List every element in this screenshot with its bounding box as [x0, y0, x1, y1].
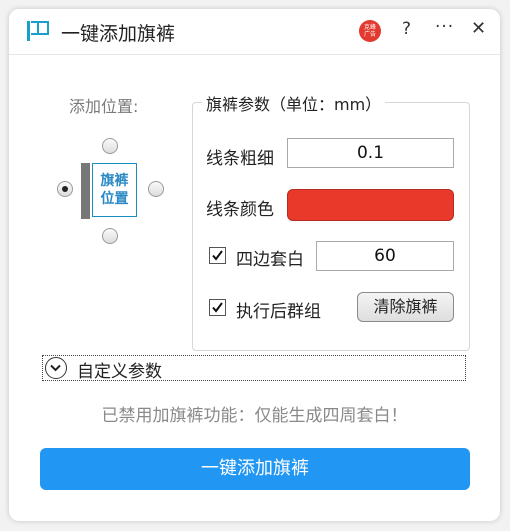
- four-sides-checkbox[interactable]: [209, 247, 226, 264]
- flag-position-preview: 旗裤 位置: [81, 163, 139, 219]
- line-width-input[interactable]: 0.1: [287, 138, 454, 168]
- line-width-label: 线条粗细: [206, 149, 274, 169]
- four-sides-input[interactable]: 60: [316, 241, 454, 271]
- title-bar: 一键添加旗裤 克峰 广告 ? ··· ✕: [9, 9, 500, 55]
- group-after-label: 执行后群组: [236, 302, 321, 322]
- flag-app-icon: [27, 21, 49, 41]
- check-icon: [212, 302, 223, 313]
- position-label: 添加位置:: [69, 97, 139, 116]
- position-bottom-radio[interactable]: [102, 228, 118, 244]
- preview-text-line1: 旗裤: [100, 173, 129, 189]
- custom-params-toggle[interactable]: 自定义参数: [42, 355, 466, 382]
- help-button[interactable]: ?: [402, 19, 411, 39]
- four-sides-label: 四边套白: [236, 250, 304, 270]
- custom-params-label: 自定义参数: [77, 362, 162, 382]
- flag-preview-box: 旗裤 位置: [92, 163, 137, 217]
- add-flag-button[interactable]: 一键添加旗裤: [40, 448, 470, 490]
- line-color-swatch[interactable]: [287, 189, 454, 221]
- clear-flag-button[interactable]: 清除旗裤: [357, 292, 454, 322]
- check-icon: [212, 250, 223, 261]
- chevron-down-icon: [45, 357, 67, 379]
- more-options-button[interactable]: ···: [435, 17, 454, 37]
- dialog-window: 一键添加旗裤 克峰 广告 ? ··· ✕ 添加位置: 旗裤 位置 旗裤参数（单位：…: [9, 9, 500, 521]
- line-color-label: 线条颜色: [206, 200, 274, 220]
- flag-bar: [81, 163, 90, 219]
- window-title: 一键添加旗裤: [61, 23, 176, 45]
- disabled-notice: 已禁用加旗裤功能：仅能生成四周套白！: [101, 406, 408, 426]
- brand-logo-icon[interactable]: 克峰 广告: [359, 20, 381, 42]
- group-after-checkbox[interactable]: [209, 299, 226, 316]
- position-top-radio[interactable]: [102, 138, 118, 154]
- params-legend: 旗裤参数（单位：mm）: [202, 91, 386, 115]
- position-left-radio[interactable]: [57, 181, 73, 197]
- preview-text-line2: 位置: [100, 191, 129, 207]
- position-right-radio[interactable]: [148, 181, 164, 197]
- close-button[interactable]: ✕: [471, 18, 486, 39]
